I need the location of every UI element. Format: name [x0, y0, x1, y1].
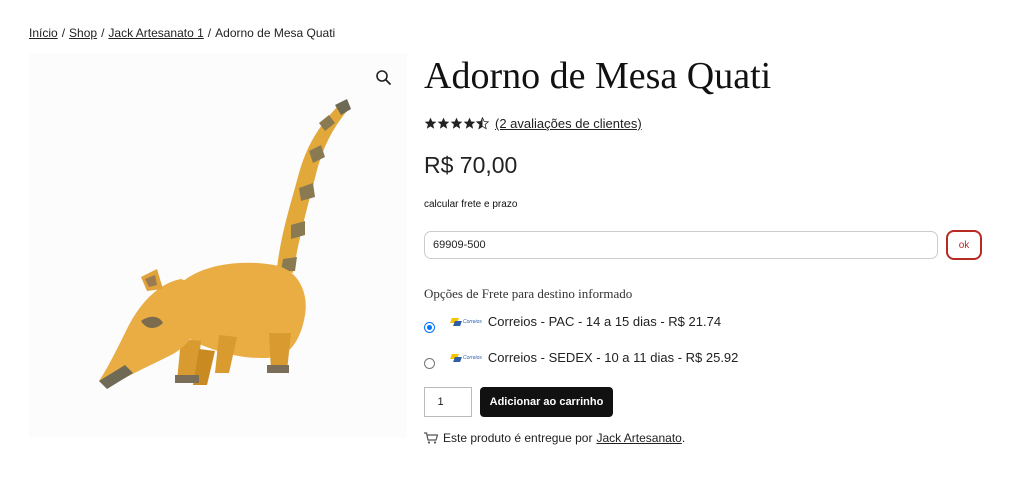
star-icon: [437, 117, 450, 129]
product-gallery[interactable]: [29, 53, 407, 438]
calculate-shipping-button[interactable]: ok: [946, 230, 982, 260]
shipping-option-label: Correios - SEDEX - 10 a 11 dias - R$ 25.…: [487, 350, 739, 365]
coati-tail: [277, 99, 351, 273]
product-title: Adorno de Mesa Quati: [424, 55, 772, 97]
shipping-option-radio[interactable]: [424, 322, 435, 333]
star-icon: [463, 117, 476, 129]
shipping-option-sedex[interactable]: Correios Correios - SEDEX - 10 a 11 dias…: [424, 346, 738, 369]
vendor-link[interactable]: Jack Artesanato: [596, 431, 681, 445]
shipping-options-title: Opções de Frete para destino informado: [424, 286, 633, 301]
cep-input[interactable]: [424, 231, 938, 259]
breadcrumb-separator: /: [207, 26, 212, 40]
shipping-calculator-label: calcular frete e prazo: [424, 199, 518, 210]
vendor-info: Este produto é entregue por Jack Artesan…: [424, 431, 685, 445]
star-icon: [450, 117, 463, 129]
product-summary: Adorno de Mesa Quati (2 avaliações de cl…: [424, 52, 984, 445]
product-rating: (2 avaliações de clientes): [424, 116, 642, 131]
correios-logo-text: Correios: [463, 354, 482, 361]
rating-stars: [424, 117, 489, 130]
breadcrumb-link-home[interactable]: Início: [29, 26, 58, 40]
shipping-option-label: Correios - PAC - 14 a 15 dias - R$ 21.74: [487, 314, 722, 329]
coati-legs: [175, 333, 291, 385]
correios-logo-text: Correios: [463, 318, 482, 325]
shipping-option-pac[interactable]: Correios Correios - PAC - 14 a 15 dias -…: [424, 310, 721, 333]
zoom-icon[interactable]: [375, 69, 393, 87]
product-price: R$ 70,00: [424, 152, 518, 178]
shipping-option-radio[interactable]: [424, 358, 435, 369]
correios-logo-icon: Correios: [451, 318, 482, 326]
correios-logo-icon: Correios: [451, 354, 482, 362]
breadcrumb-separator: /: [101, 26, 105, 40]
star-icon: [424, 117, 437, 129]
breadcrumb-separator: /: [61, 26, 66, 40]
vendor-suffix: .: [681, 431, 686, 445]
reviews-link[interactable]: (2 avaliações de clientes): [495, 116, 642, 131]
shipping-calculator: calcular frete e prazo ok: [424, 192, 982, 266]
star-half-icon: [476, 117, 489, 130]
breadcrumb-current: Adorno de Mesa Quati: [215, 26, 336, 40]
breadcrumb-link-shop[interactable]: Shop: [69, 26, 97, 40]
vendor-text: Este produto é entregue por: [443, 431, 593, 445]
add-to-cart-button[interactable]: Adicionar ao carrinho: [480, 387, 613, 417]
quantity-input[interactable]: [424, 387, 472, 417]
breadcrumb: Início / Shop / Jack Artesanato 1/Adorno de …: [29, 26, 335, 40]
breadcrumb-link-vendor[interactable]: Jack Artesanato 1: [108, 26, 203, 40]
cart-icon: [424, 432, 438, 444]
product-image[interactable]: [29, 53, 407, 438]
